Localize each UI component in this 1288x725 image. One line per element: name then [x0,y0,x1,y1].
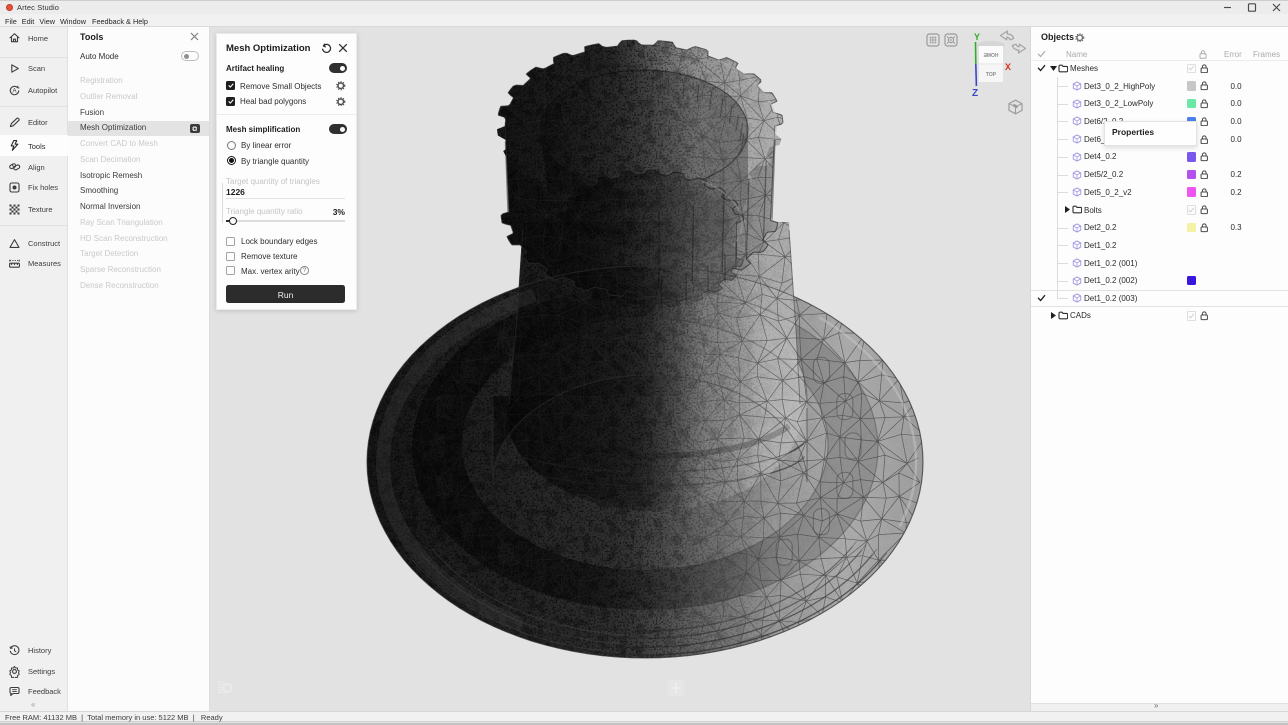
svg-text:A: A [12,88,16,94]
